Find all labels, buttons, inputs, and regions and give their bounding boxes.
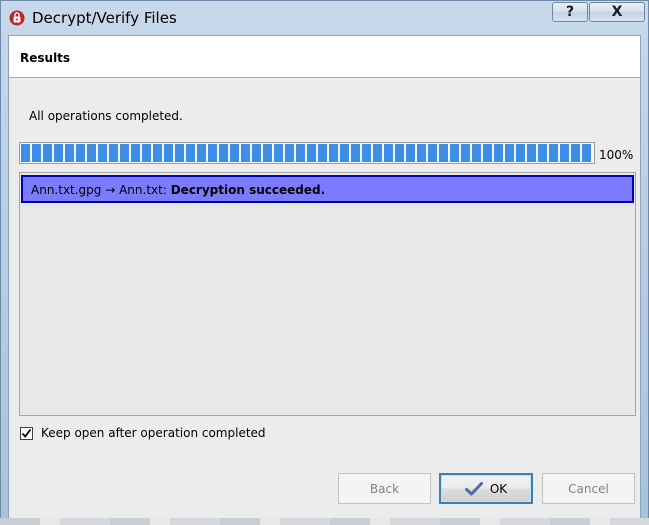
ok-button-label: OK	[489, 481, 508, 496]
help-button[interactable]: ?	[552, 2, 588, 22]
title-bar[interactable]: Decrypt/Verify Files ? X	[1, 1, 648, 35]
help-icon: ?	[565, 4, 575, 20]
progress-bar	[19, 142, 595, 164]
close-button[interactable]: X	[589, 2, 645, 22]
ok-button[interactable]: OK	[439, 473, 533, 504]
keep-open-option[interactable]: Keep open after operation completed	[20, 426, 266, 440]
close-icon: X	[611, 4, 623, 20]
cancel-button[interactable]: Cancel	[542, 473, 635, 504]
checkmark-icon	[464, 481, 483, 496]
progress-fill	[21, 144, 593, 162]
result-message: Decryption succeeded.	[170, 183, 326, 197]
page-title: Results	[20, 51, 71, 65]
progress-percent: 100%	[599, 148, 634, 162]
page-header: Results	[9, 36, 640, 78]
list-item[interactable]: Ann.txt.gpg → Ann.txt: Decryption succee…	[21, 175, 634, 203]
taskbar-strip	[0, 518, 649, 525]
checkmark-icon	[21, 428, 32, 438]
cancel-button-label: Cancel	[568, 481, 609, 496]
keep-open-label: Keep open after operation completed	[41, 426, 266, 440]
results-list[interactable]: Ann.txt.gpg → Ann.txt: Decryption succee…	[19, 172, 636, 416]
keep-open-checkbox[interactable]	[20, 426, 33, 440]
dialog-client-area: Results All operations completed. 100% A…	[8, 35, 641, 519]
status-text: All operations completed.	[29, 109, 183, 123]
back-button-label: Back	[369, 481, 400, 496]
decrypt-verify-dialog: Decrypt/Verify Files ? X Results All ope…	[0, 0, 649, 525]
app-icon	[9, 10, 25, 26]
window-title: Decrypt/Verify Files	[32, 9, 177, 27]
back-button[interactable]: Back	[338, 473, 431, 504]
result-files: Ann.txt.gpg → Ann.txt:	[31, 183, 167, 197]
